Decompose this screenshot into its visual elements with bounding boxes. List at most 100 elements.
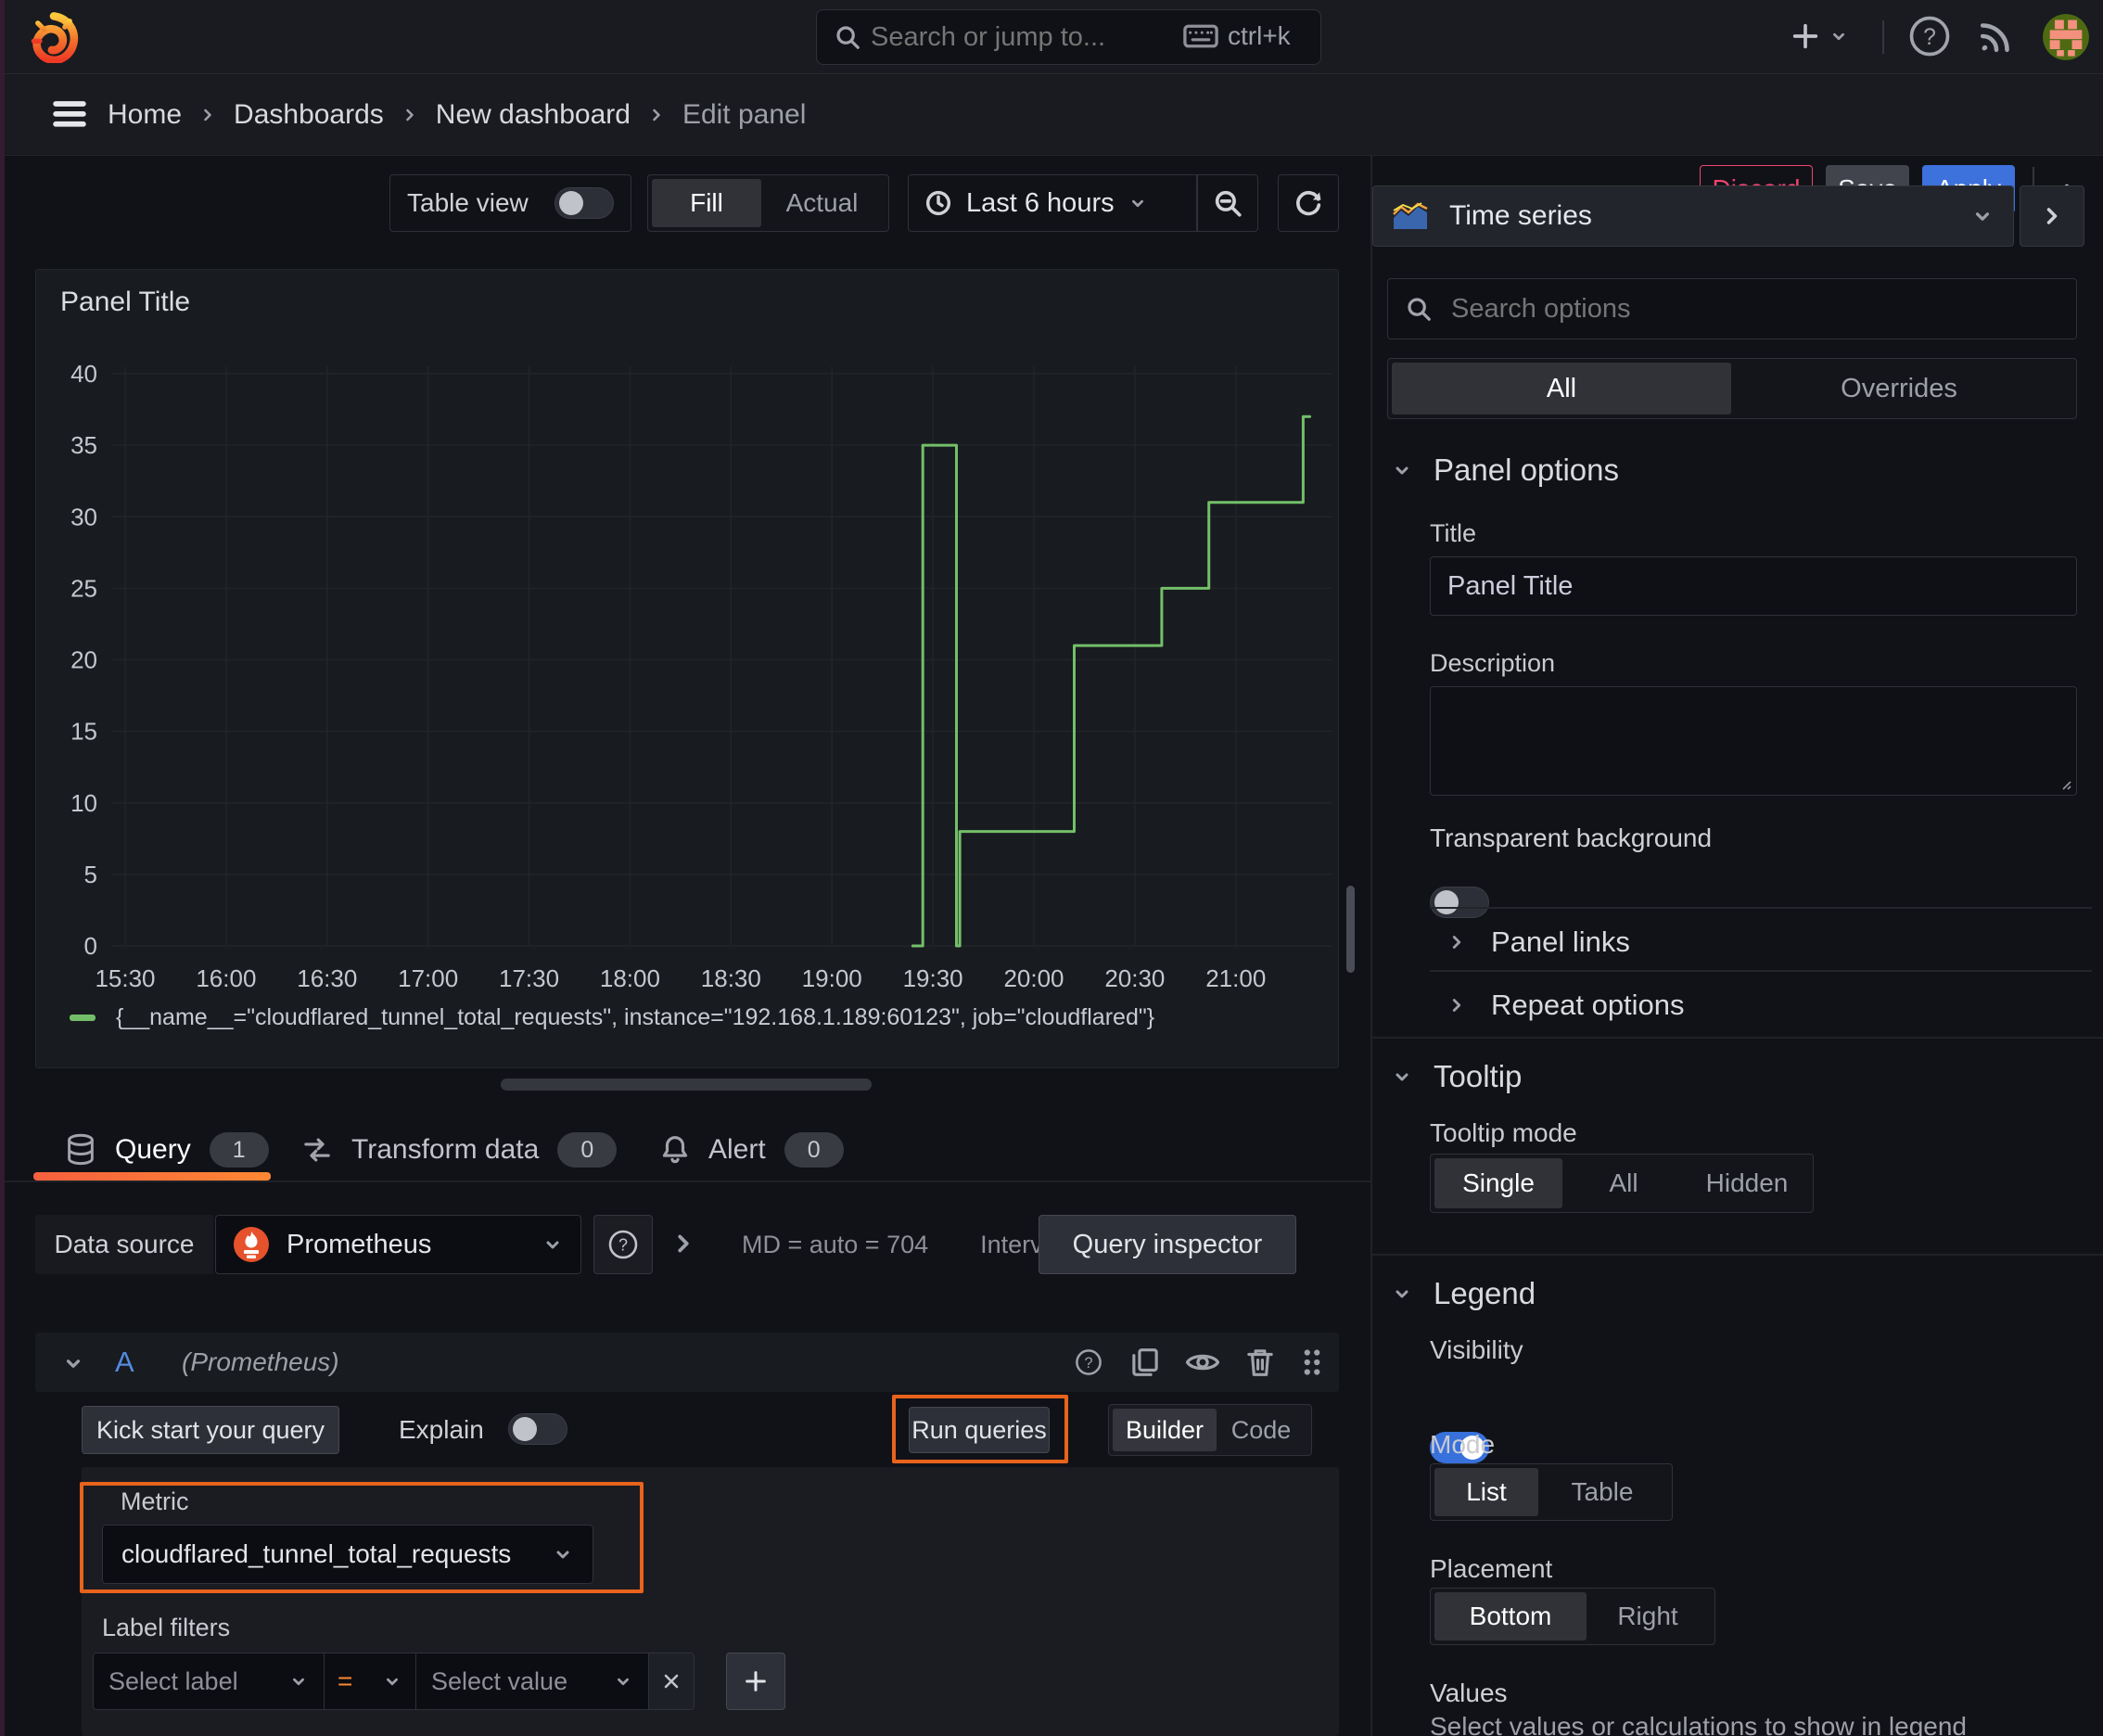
time-series-chart[interactable]: 0 5 10 15 20 25 30 35 40 15:30 16:00 16:30 17:00 17:3… (36, 270, 1338, 1002)
resize-grip-icon (2062, 781, 2071, 790)
breadcrumb-dashboards[interactable]: Dashboards (234, 99, 384, 131)
database-icon (68, 1133, 94, 1166)
query-inspector-button[interactable]: Query inspector (1039, 1215, 1296, 1274)
placement-bottom[interactable]: Bottom (1434, 1592, 1587, 1640)
breadcrumb-home[interactable]: Home (108, 99, 182, 131)
news-button[interactable] (1975, 15, 2018, 57)
builder-code-switch: Builder Code (1108, 1404, 1312, 1456)
tab-alert-label: Alert (708, 1134, 766, 1165)
metric-select[interactable]: cloudflared_tunnel_total_requests (102, 1525, 593, 1584)
placement-switch: Bottom Right (1430, 1588, 1715, 1645)
visibility-label: Visibility (1430, 1335, 1523, 1364)
panel-title-input[interactable] (1430, 556, 2077, 616)
tooltip-mode-hidden[interactable]: Hidden (1685, 1158, 1809, 1208)
tab-query[interactable]: Query 1 (65, 1124, 269, 1176)
placement-right[interactable]: Right (1587, 1592, 1709, 1640)
description-textarea[interactable] (1430, 686, 2077, 796)
legend-mode-label: Mode (1430, 1430, 1496, 1459)
drag-handle-icon[interactable] (1300, 1347, 1324, 1378)
legend-header[interactable]: Legend (1391, 1276, 1536, 1311)
query-help-icon[interactable]: ? (1072, 1346, 1105, 1379)
query-ref-id[interactable]: A (115, 1346, 134, 1379)
global-search-input[interactable] (869, 14, 1147, 60)
datasource-picker[interactable]: Prometheus (215, 1215, 581, 1274)
delete-query-icon[interactable] (1244, 1347, 1276, 1378)
avatar[interactable] (2042, 13, 2090, 61)
actual-option[interactable]: Actual (761, 179, 883, 227)
time-range-button[interactable]: Last 6 hours (909, 175, 1196, 231)
grafana-logo[interactable] (28, 11, 80, 63)
tab-all[interactable]: All (1392, 363, 1731, 415)
operator-dropdown[interactable]: = (324, 1653, 416, 1710)
svg-text:16:30: 16:30 (297, 964, 357, 992)
expand-stats-button[interactable] (669, 1230, 697, 1257)
duplicate-query-icon[interactable] (1129, 1347, 1161, 1378)
metric-value: cloudflared_tunnel_total_requests (121, 1539, 512, 1568)
tooltip-mode-label: Tooltip mode (1430, 1118, 1577, 1147)
remove-filter-button[interactable] (648, 1653, 695, 1710)
resize-drag-handle[interactable] (501, 1079, 872, 1091)
help-button[interactable]: ? (1905, 12, 1954, 60)
tab-overrides[interactable]: Overrides (1731, 363, 2067, 415)
transform-icon (304, 1138, 330, 1162)
tab-transform[interactable]: Transform data 0 (301, 1124, 618, 1176)
explain-toggle[interactable] (508, 1413, 567, 1445)
tab-transform-label: Transform data (351, 1134, 540, 1165)
chevron-down-icon (556, 1551, 569, 1559)
chevron-down-icon (546, 1241, 559, 1249)
sidebar-border (1370, 156, 1372, 1736)
svg-text:17:00: 17:00 (398, 964, 458, 992)
zoom-out-button[interactable] (1198, 187, 1257, 219)
menu-button[interactable] (52, 98, 87, 130)
viz-type-label: Time series (1449, 200, 1592, 231)
scrollbar-thumb[interactable] (1346, 886, 1355, 973)
repeat-options-header[interactable]: Repeat options (1447, 989, 1685, 1022)
search-shortcut: ctrl+k (1228, 21, 1291, 50)
chevron-down-icon (387, 1678, 398, 1686)
run-queries-button[interactable]: Run queries (909, 1407, 1050, 1453)
hide-query-icon[interactable] (1185, 1347, 1220, 1378)
legend-mode-table[interactable]: Table (1538, 1468, 1666, 1516)
section-divider (1372, 1254, 2103, 1256)
breadcrumb-new-dashboard[interactable]: New dashboard (436, 99, 631, 131)
tooltip-mode-all[interactable]: All (1562, 1158, 1685, 1208)
refresh-button[interactable] (1278, 174, 1339, 232)
tooltip-title: Tooltip (1434, 1059, 1523, 1093)
chart-legend[interactable]: {__name__="cloudflared_tunnel_total_requ… (70, 1004, 1154, 1031)
datasource-help-button[interactable]: ? (593, 1215, 653, 1274)
svg-text:35: 35 (70, 431, 97, 459)
legend-title: Legend (1434, 1276, 1536, 1310)
add-filter-button[interactable] (726, 1653, 785, 1710)
global-search[interactable]: ctrl+k (816, 9, 1321, 65)
builder-option[interactable]: Builder (1113, 1409, 1217, 1451)
svg-text:30: 30 (70, 503, 97, 530)
select-value-dropdown[interactable]: Select value (415, 1653, 649, 1710)
add-button[interactable] (1790, 20, 1849, 52)
chevron-right-icon (678, 1234, 689, 1253)
plus-icon (1792, 23, 1818, 49)
viz-picker[interactable]: Time series (1372, 185, 2014, 247)
tab-alert[interactable]: Alert 0 (660, 1124, 844, 1176)
collapse-options-button[interactable] (2020, 185, 2084, 247)
legend-mode-list[interactable]: List (1434, 1468, 1538, 1516)
options-search[interactable] (1387, 278, 2077, 339)
legend-swatch (70, 1015, 96, 1021)
options-search-input[interactable] (1449, 292, 2059, 326)
panel-options-header[interactable]: Panel options (1391, 453, 1619, 488)
clock-icon (925, 190, 951, 216)
fill-option[interactable]: Fill (652, 179, 761, 227)
placement-label: Placement (1430, 1554, 1553, 1583)
svg-text:?: ? (618, 1236, 628, 1255)
kick-start-button[interactable]: Kick start your query (82, 1406, 339, 1454)
query-row-header[interactable]: A (Prometheus) ? (35, 1333, 1339, 1392)
select-label-dropdown[interactable]: Select label (93, 1653, 325, 1710)
tableview-toggle[interactable] (554, 187, 614, 219)
transparent-bg-toggle[interactable] (1430, 887, 1489, 918)
options-tabs: All Overrides (1387, 358, 2077, 419)
code-option[interactable]: Code (1217, 1409, 1306, 1451)
panel-links-header[interactable]: Panel links (1447, 925, 1630, 959)
tooltip-header[interactable]: Tooltip (1391, 1059, 1522, 1094)
timeseries-thumbnail-icon (1393, 202, 1428, 229)
tooltip-mode-single[interactable]: Single (1434, 1158, 1562, 1208)
svg-text:5: 5 (84, 861, 97, 888)
